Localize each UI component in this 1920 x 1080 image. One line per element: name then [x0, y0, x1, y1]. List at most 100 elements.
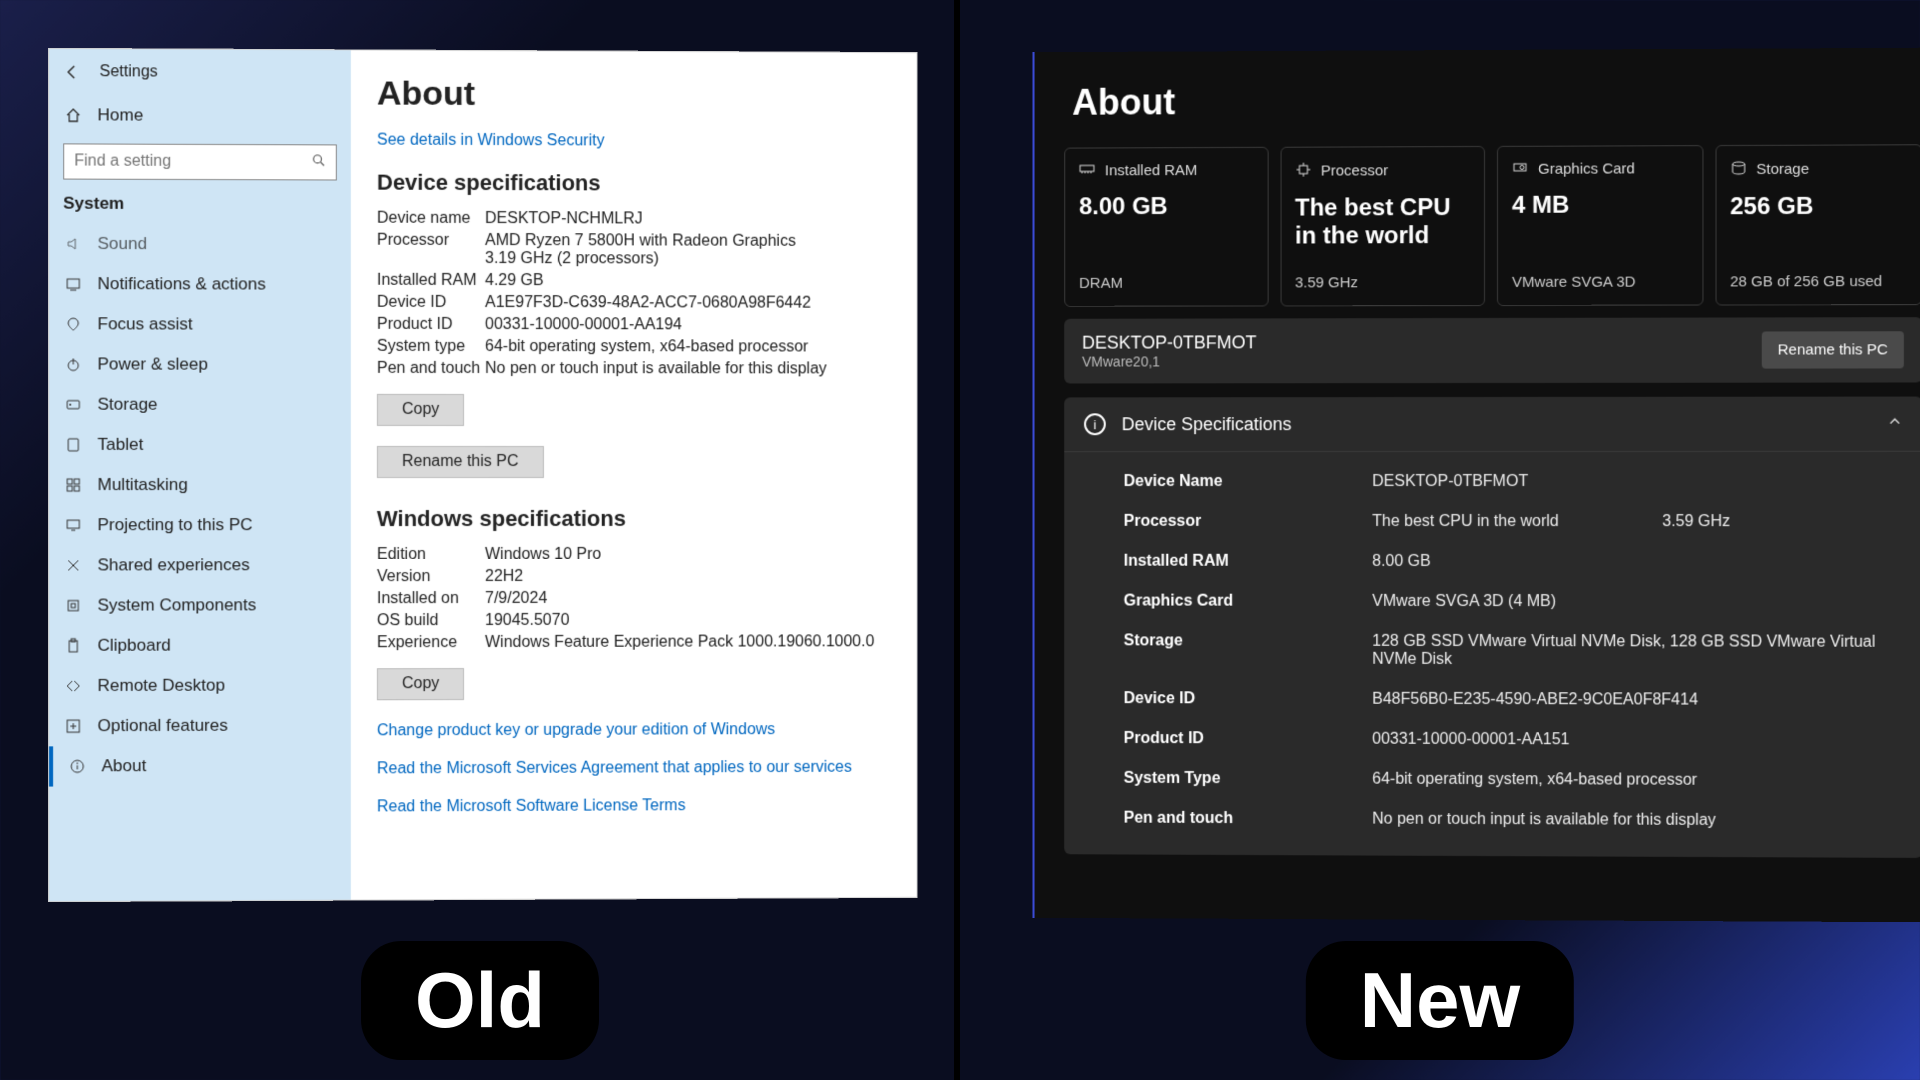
back-icon[interactable] [63, 63, 81, 81]
storage-icon [1730, 160, 1746, 179]
spec-value: No pen or touch input is available for t… [485, 360, 891, 378]
card-title: Storage [1756, 161, 1809, 178]
card-title: Graphics Card [1538, 160, 1635, 177]
spec-value: 00331-10000-00001-AA151 [1372, 731, 1920, 751]
sidebar-item-project[interactable]: Projecting to this PC [49, 505, 351, 545]
focus-icon [63, 316, 83, 332]
spec-value: 00331-10000-00001-AA194 [485, 316, 891, 335]
sidebar-item-optional[interactable]: Optional features [49, 705, 351, 746]
spec-key: System Type [1124, 770, 1373, 789]
sidebar-item-label: Focus assist [97, 314, 192, 334]
spec-card-storage[interactable]: Storage256 GB28 GB of 256 GB used [1715, 144, 1920, 305]
card-value: 4 MB [1512, 191, 1688, 274]
card-value: The best CPU in the world [1295, 194, 1470, 274]
sidebar-item-notif[interactable]: Notifications & actions [49, 264, 351, 305]
spec-key: Device ID [377, 294, 485, 312]
window-title: Settings [100, 63, 158, 81]
card-subtitle: 3.59 GHz [1295, 274, 1470, 291]
sidebar-item-label: Tablet [97, 435, 143, 455]
sidebar-item-sound[interactable]: Sound [49, 224, 351, 265]
sidebar-item-storage[interactable]: Storage [49, 385, 351, 425]
card-title: Installed RAM [1105, 162, 1198, 179]
spec-value: 8.00 GB [1372, 553, 1920, 572]
spec-key: Device Name [1124, 473, 1373, 491]
ram-icon [1079, 162, 1095, 179]
spec-value: The best CPU in the world [1372, 513, 1662, 531]
rename-bar: DESKTOP-0TBFMOT VMware20,1 Rename this P… [1064, 317, 1920, 383]
spec-key: Storage [1124, 632, 1373, 668]
spec-value: AMD Ryzen 7 5800H with Radeon Graphics3.… [485, 232, 891, 269]
vm-model: VMware20,1 [1082, 353, 1256, 369]
sidebar-item-label: About [102, 756, 147, 776]
sidebar-item-label: Sound [97, 234, 147, 254]
spec-key: Graphics Card [1124, 593, 1373, 611]
sidebar-item-remote[interactable]: Remote Desktop [49, 665, 351, 706]
sound-icon [63, 236, 83, 252]
services-agreement-link[interactable]: Read the Microsoft Services Agreement th… [377, 759, 891, 779]
spec-card-cpu[interactable]: Processor The best CPU in the world3.59 G… [1280, 146, 1485, 306]
spec-key: Pen and touch [377, 360, 485, 378]
card-subtitle: 28 GB of 256 GB used [1730, 273, 1907, 290]
sidebar-item-label: System Components [97, 595, 256, 615]
old-settings-window: Settings Home System SoundNotifications … [48, 48, 917, 902]
device-spec-expander: i Device Specifications Device NameDESKT… [1064, 397, 1920, 858]
spec-key: Product ID [1124, 730, 1373, 749]
license-terms-link[interactable]: Read the Microsoft Software License Term… [377, 796, 891, 816]
sidebar-item-focus[interactable]: Focus assist [49, 304, 351, 345]
sidebar-item-label: Shared experiences [97, 555, 249, 575]
spec-key: Installed RAM [377, 272, 485, 290]
copy-button[interactable]: Copy [377, 394, 464, 426]
storage-icon [63, 397, 83, 413]
notif-icon [63, 276, 83, 292]
sidebar-item-components[interactable]: System Components [49, 585, 351, 626]
home-button[interactable]: Home [49, 95, 351, 136]
sidebar-item-label: Storage [97, 395, 157, 415]
spec-key: Processor [377, 232, 485, 268]
rename-pc-button[interactable]: Rename this PC [377, 446, 543, 478]
device-spec-heading: Device specifications [377, 170, 891, 198]
sidebar-item-shared[interactable]: Shared experiences [49, 545, 351, 585]
spec-card-ram[interactable]: Installed RAM8.00 GBDRAM [1064, 147, 1268, 307]
spec-value: B48F56B0-E235-4590-ABE2-9C0EA0F8F414 [1372, 691, 1920, 710]
optional-icon [63, 718, 83, 734]
search-input[interactable] [63, 143, 337, 180]
search-icon [312, 152, 326, 172]
main-pane: About See details in Windows Security De… [351, 50, 917, 899]
spec-key: Device ID [1124, 690, 1373, 709]
spec-value: 4.29 GB [485, 272, 891, 291]
card-title: Processor [1321, 162, 1388, 179]
info-icon: i [1084, 413, 1106, 435]
sidebar-item-power[interactable]: Power & sleep [49, 344, 351, 385]
sidebar-item-clipboard[interactable]: Clipboard [49, 625, 351, 666]
spec-value: No pen or touch input is available for t… [1372, 811, 1920, 831]
copy-button[interactable]: Copy [377, 668, 464, 700]
new-settings-window: About Installed RAM8.00 GBDRAMProcessorT… [1033, 48, 1920, 923]
security-link[interactable]: See details in Windows Security [377, 132, 891, 152]
spec-card-gpu[interactable]: Graphics Card4 MBVMware SVGA 3D [1497, 145, 1703, 306]
multitask-icon [63, 477, 83, 493]
about-heading: About [377, 74, 891, 115]
spec-key: System type [377, 338, 485, 356]
power-icon [63, 356, 83, 372]
spec-key: Experience [377, 634, 485, 652]
spec-value: VMware SVGA 3D (4 MB) [1372, 593, 1920, 612]
windows-spec-heading: Windows specifications [377, 506, 891, 532]
spec-key: Processor [1124, 513, 1373, 531]
components-icon [63, 598, 83, 614]
product-key-link[interactable]: Change product key or upgrade your editi… [377, 721, 891, 741]
spec-value: DESKTOP-0TBFMOT [1372, 473, 1920, 491]
sidebar-item-label: Power & sleep [97, 354, 207, 374]
sidebar-item-about[interactable]: About [49, 745, 351, 786]
sidebar-item-label: Optional features [97, 716, 227, 736]
about-icon [67, 758, 87, 774]
spec-key: Version [377, 568, 485, 586]
sidebar-item-tablet[interactable]: Tablet [49, 425, 351, 465]
rename-pc-button[interactable]: Rename this PC [1762, 331, 1904, 368]
spec-value: 128 GB SSD VMware Virtual NVMe Disk, 128… [1372, 633, 1920, 670]
clipboard-icon [63, 638, 83, 654]
expander-header[interactable]: i Device Specifications [1064, 397, 1920, 453]
search-field[interactable] [74, 152, 311, 171]
spec-key: OS build [377, 612, 485, 630]
sidebar-item-multitask[interactable]: Multitasking [49, 465, 351, 505]
cpu-icon [1295, 162, 1311, 181]
